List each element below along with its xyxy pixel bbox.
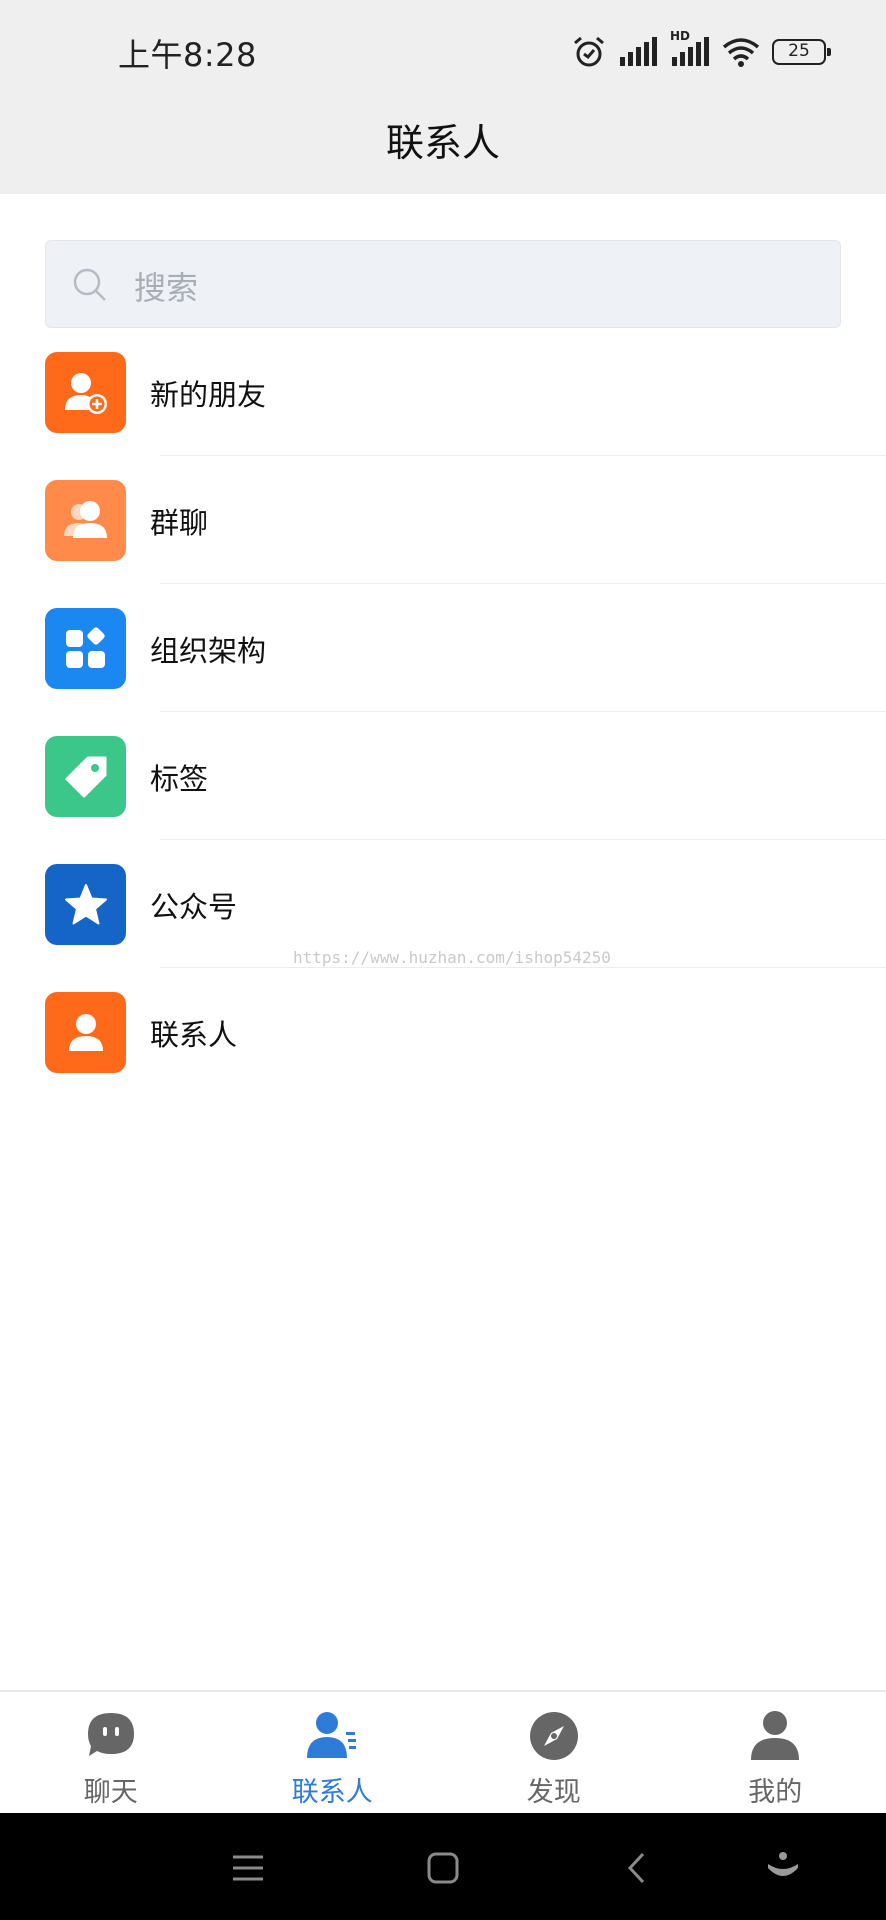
search-icon: [73, 268, 106, 301]
assistant-icon: [768, 1852, 798, 1876]
tab-label: 我的: [748, 1777, 803, 1808]
entry-new-friends[interactable]: 新的朋友: [0, 350, 886, 478]
bottom-tab-bar: 聊天 联系人 发现 我的: [0, 1690, 886, 1813]
entry-organization[interactable]: 组织架构: [0, 606, 886, 734]
organization-icon: [45, 608, 126, 689]
status-time: 上午8:28: [118, 36, 257, 74]
contact-entry-list: 新的朋友 群聊 组织架构 标签 公众号 联系人: [0, 350, 886, 1118]
tab-contacts[interactable]: 联系人: [222, 1692, 444, 1813]
tab-profile[interactable]: 我的: [665, 1692, 886, 1813]
entry-tags[interactable]: 标签: [0, 734, 886, 862]
entry-label: 标签: [150, 762, 209, 796]
menu-icon: [233, 1855, 263, 1881]
group-chat-icon: [45, 480, 126, 561]
page-title: 联系人: [385, 121, 500, 165]
assistant-button[interactable]: [758, 1843, 808, 1893]
status-icons: HD 25: [572, 29, 831, 72]
home-icon: [427, 1852, 459, 1884]
search-placeholder: 搜索: [134, 269, 199, 307]
entry-label: 联系人: [150, 1018, 238, 1052]
back-icon: [627, 1852, 645, 1884]
entry-label: 群聊: [150, 506, 209, 540]
chat-icon: [87, 1713, 134, 1756]
wifi-icon: [722, 38, 760, 67]
add-friend-icon: [45, 352, 126, 433]
entry-label: 公众号: [150, 890, 238, 924]
entry-official-accounts[interactable]: 公众号: [0, 862, 886, 990]
divider: [160, 711, 886, 712]
divider: [160, 455, 886, 456]
divider: [160, 839, 886, 840]
entry-contacts[interactable]: 联系人: [0, 990, 886, 1118]
divider: [160, 967, 886, 968]
contact-icon: [45, 992, 126, 1073]
search-input[interactable]: 搜索: [45, 240, 841, 328]
hd-signal-icon: HD: [670, 29, 710, 67]
battery-icon: 25: [772, 39, 831, 65]
system-nav-bar: [0, 1813, 886, 1920]
alarm-icon: [574, 36, 604, 67]
tab-discover[interactable]: 发现: [443, 1692, 665, 1813]
entry-label: 组织架构: [150, 634, 267, 668]
top-bar: 上午8:28 HD 25 联系人: [0, 0, 886, 194]
profile-icon: [751, 1711, 800, 1760]
tag-icon: [45, 736, 126, 817]
watermark: https://www.huzhan.com/ishop54250: [293, 948, 611, 967]
home-button[interactable]: [418, 1843, 468, 1893]
compass-icon: [529, 1712, 578, 1760]
entry-label: 新的朋友: [150, 378, 267, 412]
entry-group-chat[interactable]: 群聊: [0, 478, 886, 606]
tab-chat[interactable]: 聊天: [0, 1692, 222, 1813]
back-button[interactable]: [612, 1843, 662, 1893]
signal-icon: [620, 37, 657, 66]
divider: [160, 583, 886, 584]
tab-label: 聊天: [83, 1777, 138, 1808]
menu-button[interactable]: [223, 1843, 273, 1893]
tab-label: 发现: [526, 1777, 581, 1808]
contacts-icon: [307, 1712, 357, 1758]
tab-label: 联系人: [291, 1777, 373, 1808]
star-icon: [45, 864, 126, 945]
